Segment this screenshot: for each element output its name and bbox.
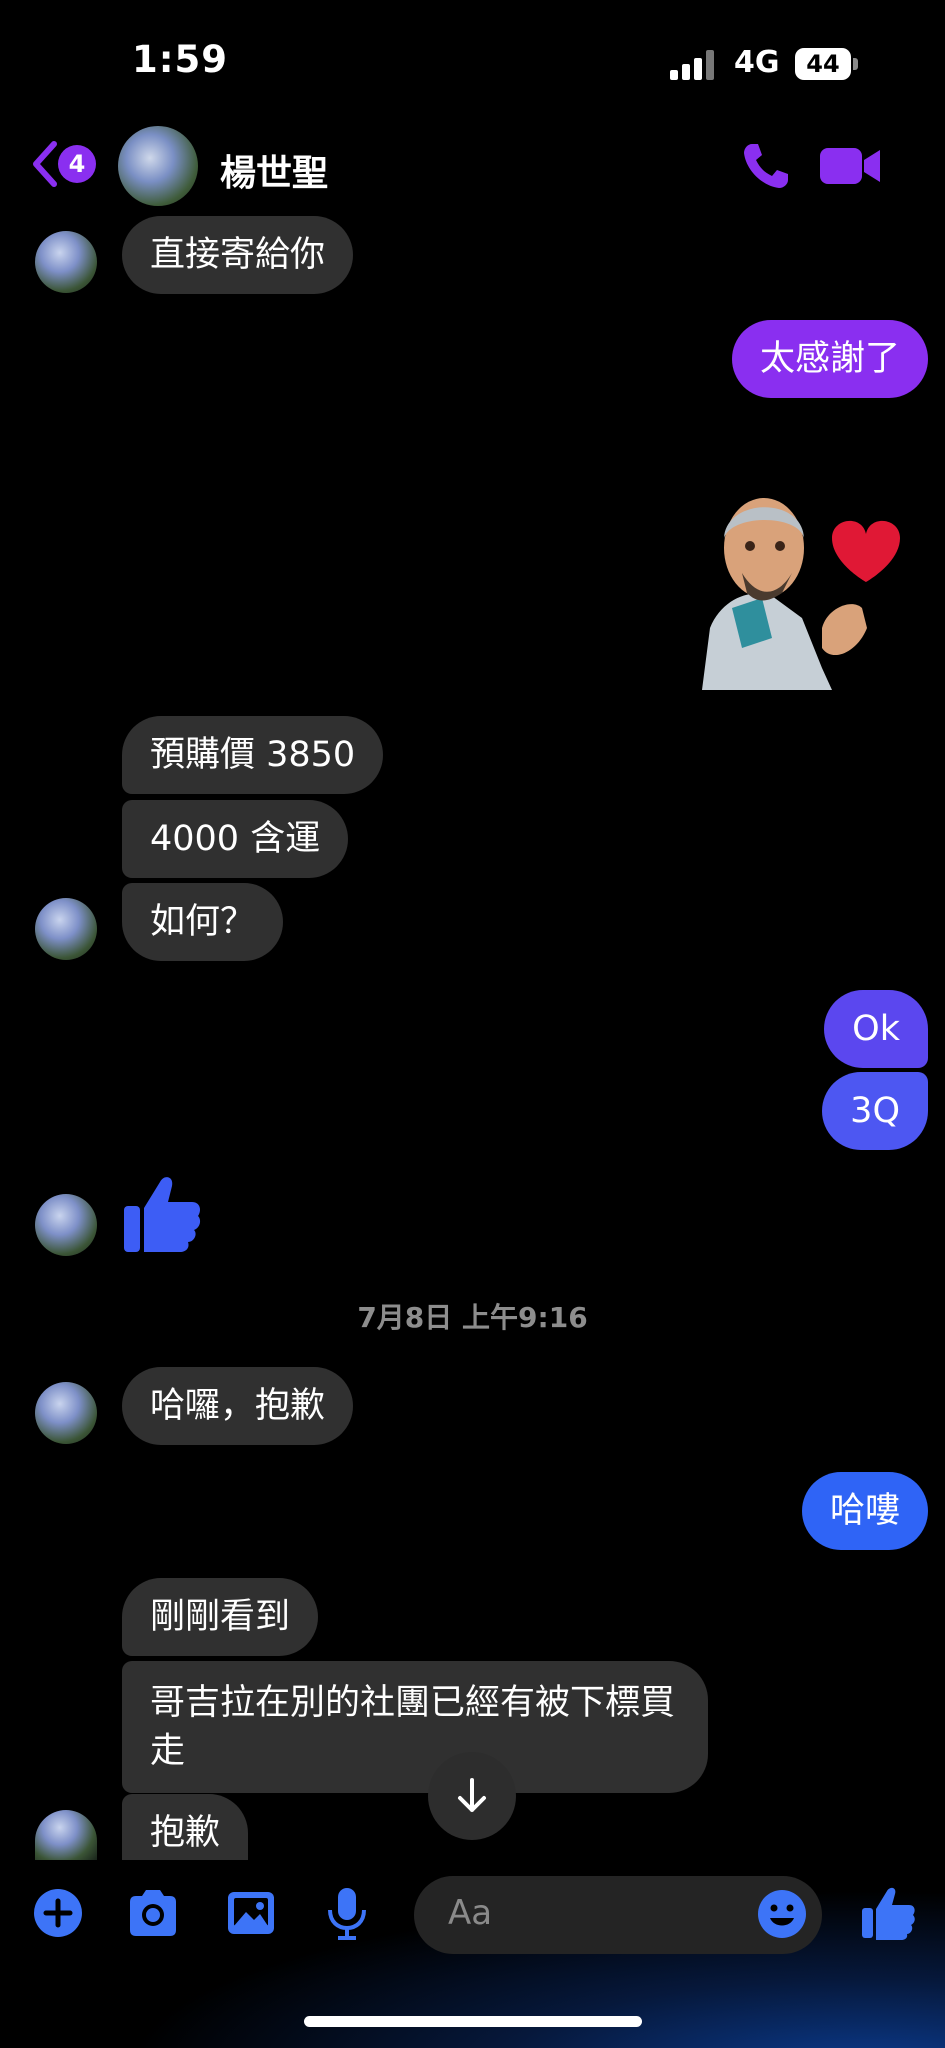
network-type: 4G: [734, 45, 780, 80]
avatar-heart-sticker[interactable]: [702, 478, 912, 690]
home-indicator: [304, 2016, 642, 2027]
message-bubble[interactable]: 4000 含運: [122, 800, 349, 878]
avatar[interactable]: [35, 1810, 97, 1860]
phone-icon[interactable]: [740, 140, 792, 192]
microphone-icon[interactable]: [320, 1886, 374, 1940]
plus-icon[interactable]: [31, 1886, 85, 1940]
avatar[interactable]: [118, 126, 198, 206]
signal-icon: [670, 50, 716, 80]
message-bubble[interactable]: Ok: [824, 990, 928, 1068]
avatar[interactable]: [35, 898, 97, 960]
battery-nub: [853, 58, 858, 70]
message-bubble[interactable]: 預購價 3850: [122, 716, 384, 794]
contact-name[interactable]: 楊世聖: [220, 144, 328, 196]
message-bubble[interactable]: 抱歉: [122, 1794, 249, 1860]
emoji-icon[interactable]: [756, 1888, 808, 1940]
message-bubble[interactable]: 剛剛看到: [122, 1578, 319, 1656]
scroll-down-button[interactable]: [428, 1752, 516, 1840]
unread-badge[interactable]: 4: [58, 145, 96, 183]
message-bubble[interactable]: 3Q: [822, 1072, 928, 1150]
message-bubble[interactable]: 哈嘍: [801, 1472, 928, 1550]
image-icon[interactable]: [224, 1886, 278, 1940]
message-bubble[interactable]: 哈囉，抱歉: [122, 1367, 354, 1445]
thumbs-up-icon[interactable]: [860, 1884, 916, 1940]
camera-icon[interactable]: [126, 1886, 180, 1940]
arrow-down-icon: [458, 1778, 486, 1812]
thumbs-up-icon[interactable]: [122, 1172, 202, 1256]
timestamp: 7月8日 上午9:16: [357, 1301, 588, 1334]
battery-icon: 44: [795, 48, 851, 80]
avatar[interactable]: [35, 231, 97, 293]
status-time: 1:59: [132, 38, 229, 81]
avatar[interactable]: [35, 1382, 97, 1444]
message-bubble[interactable]: 直接寄給你: [122, 216, 354, 294]
message-bubble[interactable]: 哥吉拉在別的社團已經有被下標買走: [122, 1661, 708, 1793]
chevron-left-icon[interactable]: [28, 140, 62, 188]
message-bubble[interactable]: 如何？: [122, 883, 284, 961]
message-input-placeholder: Aa: [448, 1893, 493, 1933]
message-bubble[interactable]: 太感謝了: [731, 320, 928, 398]
video-camera-icon[interactable]: [820, 146, 882, 186]
avatar[interactable]: [35, 1194, 97, 1256]
